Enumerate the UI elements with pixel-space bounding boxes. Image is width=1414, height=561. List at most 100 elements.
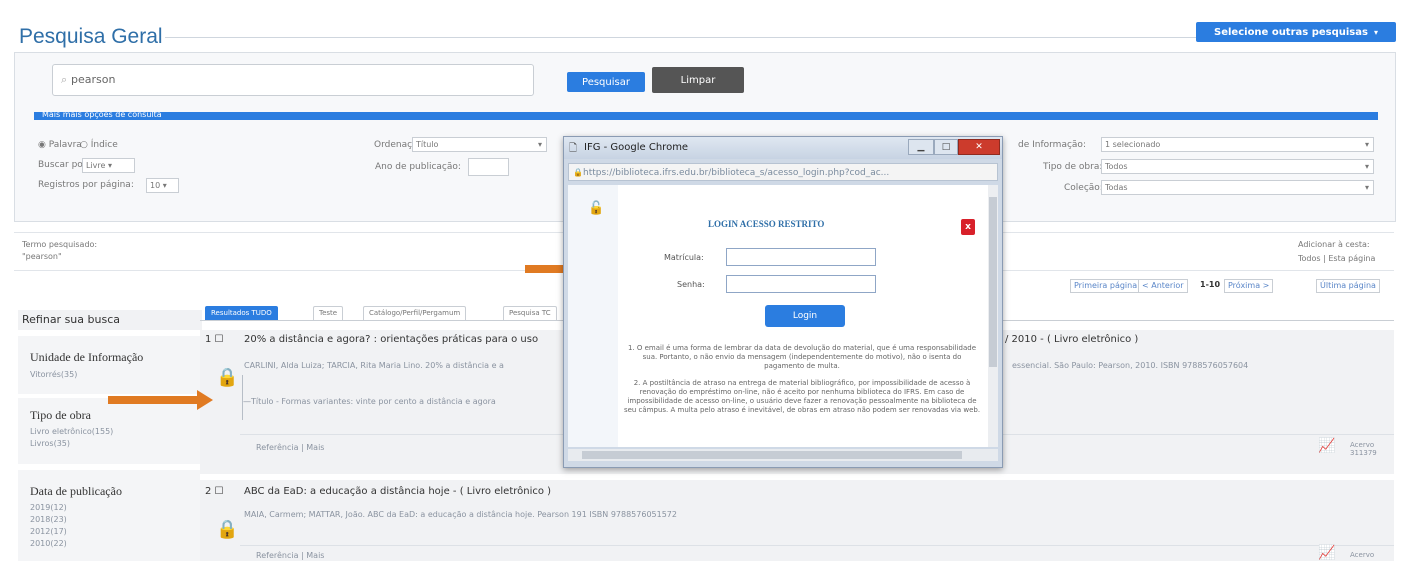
- page-title: Pesquisa Geral: [19, 25, 163, 48]
- result-checkbox[interactable]: 1 ☐: [205, 334, 224, 345]
- result-meta: MAIA, Carmem; MATTAR, João. ABC da EaD: …: [244, 510, 677, 519]
- facet-item[interactable]: Livro eletrônico(155): [30, 427, 113, 436]
- lock-icon[interactable]: 🔒: [216, 367, 242, 389]
- unidade-select[interactable]: 1 selecionado ▾: [1101, 137, 1374, 152]
- result-meta: CARLINI, Alda Luiza; TARCIA, Rita Maria …: [244, 361, 504, 370]
- popup-titlebar[interactable]: 🗋 IFG - Google Chrome ▁ □ ✕: [564, 137, 1002, 159]
- ano-label: Ano de publicação:: [375, 162, 461, 172]
- facet-title: Tipo de obra: [30, 408, 91, 422]
- notice-paragraph-2: 2. A postiltância de atraso na entrega d…: [623, 379, 981, 414]
- result-title[interactable]: ABC da EaD: a educação a distância hoje …: [244, 486, 551, 497]
- colecao-value: Todas: [1105, 183, 1128, 192]
- window-close-button[interactable]: ✕: [958, 139, 1000, 155]
- chart-icon[interactable]: 📈: [1318, 545, 1335, 561]
- tipo-obra-value: Todos: [1105, 162, 1128, 171]
- popup-hscrollbar[interactable]: [568, 449, 998, 461]
- popup-window-title: IFG - Google Chrome: [584, 142, 689, 153]
- facet-item[interactable]: 2019(12): [30, 503, 67, 512]
- facet-item[interactable]: Livros(35): [30, 439, 70, 448]
- adicionar-label: Adicionar à cesta:: [1298, 240, 1370, 249]
- maximize-button[interactable]: □: [934, 139, 958, 155]
- popup-url: https://biblioteca.ifrs.edu.br/bibliotec…: [583, 168, 890, 178]
- hscroll-thumb[interactable]: [582, 451, 962, 459]
- radio-indice[interactable]: ○ Índice: [80, 140, 118, 150]
- lock-icon[interactable]: 🔒: [216, 519, 242, 541]
- result-title-suffix: / 2010 - ( Livro eletrônico ): [1005, 334, 1139, 345]
- colecao-label: Coleção:: [1064, 183, 1103, 193]
- buscar-por-select[interactable]: Livre ▾: [82, 158, 135, 173]
- ano-input[interactable]: [468, 158, 509, 176]
- more-options-bar[interactable]: Mais mais opções de consulta: [34, 110, 1378, 120]
- facet-item[interactable]: Vitorrés(35): [30, 370, 77, 379]
- tab-resultados[interactable]: Resultados TUDO: [205, 306, 278, 321]
- tab-catalogo[interactable]: Catálogo/Perfil/Pergamum: [363, 306, 467, 321]
- lock-icon: 🔒: [573, 168, 583, 177]
- matricula-label: Matrícula:: [664, 253, 704, 262]
- pager-last[interactable]: Última página: [1316, 279, 1380, 293]
- facet-unidade: Unidade de Informação Vitorrés(35): [18, 336, 200, 394]
- colecao-select[interactable]: Todas ▾: [1101, 180, 1374, 195]
- popup-content: 🔓 LOGIN ACESSO RESTRITO x Matrícula: Sen…: [568, 185, 998, 447]
- minimize-button[interactable]: ▁: [908, 139, 934, 155]
- chevron-down-icon: ▾: [1364, 162, 1369, 171]
- ordenacao-value: Título: [416, 140, 439, 149]
- radio-indice-label: Índice: [90, 140, 118, 150]
- result-title[interactable]: 20% a distância e agora? : orientações p…: [244, 334, 538, 345]
- facet-item[interactable]: 2018(23): [30, 515, 67, 524]
- facet-title: Unidade de Informação: [30, 350, 144, 364]
- notice-paragraph-1: 1. O email é uma forma de lembrar da dat…: [627, 344, 977, 370]
- select-other-searches-label: Selecione outras pesquisas: [1214, 26, 1368, 38]
- search-button[interactable]: Pesquisar: [567, 72, 645, 92]
- unidade-value: 1 selecionado: [1105, 140, 1161, 149]
- unidade-label: de Informação:: [1018, 140, 1086, 150]
- result-badge: Acervo: [1350, 551, 1375, 559]
- popup-url-bar[interactable]: 🔒 https://biblioteca.ifrs.edu.br/bibliot…: [568, 163, 998, 181]
- tipo-obra-select[interactable]: Todos ▾: [1101, 159, 1374, 174]
- matricula-input[interactable]: [726, 248, 876, 266]
- ordenacao-select[interactable]: Título ▾: [412, 137, 547, 152]
- senha-input[interactable]: [726, 275, 876, 293]
- select-other-searches-button[interactable]: Selecione outras pesquisas ▾: [1196, 22, 1396, 42]
- result-actions[interactable]: Referência | Mais: [256, 443, 324, 452]
- chart-icon[interactable]: 📈: [1318, 438, 1335, 454]
- tab-pesquisa[interactable]: Pesquisa TC: [503, 306, 557, 321]
- registros-label: Registros por página:: [38, 180, 134, 190]
- tab-teste[interactable]: Teste: [313, 306, 344, 321]
- clear-button[interactable]: Limpar: [652, 67, 744, 93]
- facet-item[interactable]: 2012(17): [30, 527, 67, 536]
- search-icon: ⌕: [61, 73, 68, 86]
- more-options-label: Mais mais opções de consulta: [42, 110, 162, 119]
- result-checkbox[interactable]: 2 ☐: [205, 486, 224, 497]
- buscar-por-value: Livre: [86, 161, 106, 170]
- radio-palavra[interactable]: ◉ Palavra: [38, 140, 82, 150]
- tree-line: [242, 375, 243, 420]
- termo-value: "pearson": [22, 252, 62, 261]
- pager-next[interactable]: Próxima >: [1224, 279, 1274, 293]
- chevron-down-icon: ▾: [537, 140, 542, 149]
- pager-range: 1-10: [1200, 280, 1221, 289]
- result-actions[interactable]: Referência | Mais: [256, 551, 324, 560]
- result-divider: [240, 545, 1394, 546]
- pager-first[interactable]: Primeira página: [1070, 279, 1142, 293]
- scrollbar-thumb[interactable]: [989, 197, 997, 367]
- title-rule: [165, 37, 1370, 38]
- login-button[interactable]: Login: [765, 305, 845, 327]
- pager-prev[interactable]: < Anterior: [1138, 279, 1188, 293]
- facet-data: Data de publicação 2019(12) 2018(23) 201…: [18, 470, 200, 561]
- adicionar-links[interactable]: Todos | Esta página: [1298, 254, 1375, 263]
- login-close-button[interactable]: x: [961, 219, 975, 235]
- radio-palavra-label: Palavra: [48, 140, 82, 150]
- popup-left-strip: [568, 185, 618, 447]
- facet-tipo-obra: Tipo de obra Livro eletrônico(155) Livro…: [18, 398, 200, 464]
- result-badge: Acervo 311379: [1350, 441, 1377, 457]
- termo-label: Termo pesquisado:: [22, 240, 98, 249]
- popup-scrollbar[interactable]: [988, 185, 998, 447]
- senha-label: Senha:: [677, 280, 705, 289]
- search-input[interactable]: ⌕ pearson: [52, 64, 534, 96]
- facet-item[interactable]: 2010(22): [30, 539, 67, 548]
- result-meta-suffix: essencial. São Paulo: Pearson, 2010. ISB…: [1012, 361, 1249, 370]
- chevron-down-icon: ▾: [1364, 183, 1369, 192]
- refine-heading: Refinar sua busca: [18, 310, 202, 330]
- search-query: pearson: [71, 73, 116, 86]
- registros-select[interactable]: 10 ▾: [146, 178, 179, 193]
